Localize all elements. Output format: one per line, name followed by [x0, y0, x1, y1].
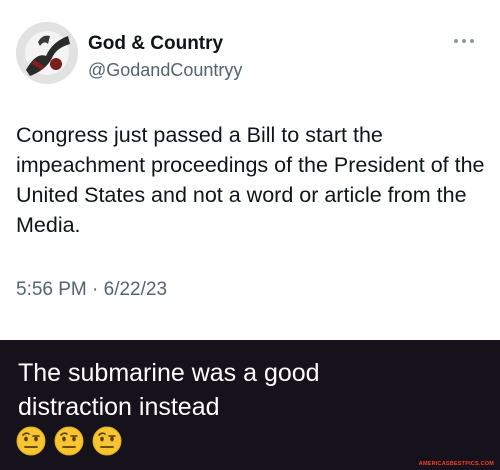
face-with-raised-eyebrow-icon — [54, 426, 84, 456]
face-with-raised-eyebrow-icon — [16, 426, 46, 456]
caption-text: The submarine was a good distraction ins… — [18, 359, 320, 421]
avatar[interactable] — [16, 22, 78, 84]
emoji-row — [16, 426, 122, 456]
meme-page: God & Country @GodandCountryy Congress j… — [0, 0, 500, 470]
handle[interactable]: @GodandCountryy — [88, 60, 242, 81]
more-dots-icon[interactable] — [454, 36, 480, 46]
caption-panel: The submarine was a good distraction ins… — [0, 340, 500, 470]
tweet-card: God & Country @GodandCountryy Congress j… — [0, 0, 500, 338]
tweet-text: Congress just passed a Bill to start the… — [16, 123, 485, 237]
watermark: AMERICASBESTPICS.COM — [418, 461, 494, 467]
tweet-timestamp[interactable]: 5:56 PM · 6/22/23 — [16, 279, 167, 301]
face-with-raised-eyebrow-icon — [92, 426, 122, 456]
display-name[interactable]: God & Country — [88, 33, 223, 55]
